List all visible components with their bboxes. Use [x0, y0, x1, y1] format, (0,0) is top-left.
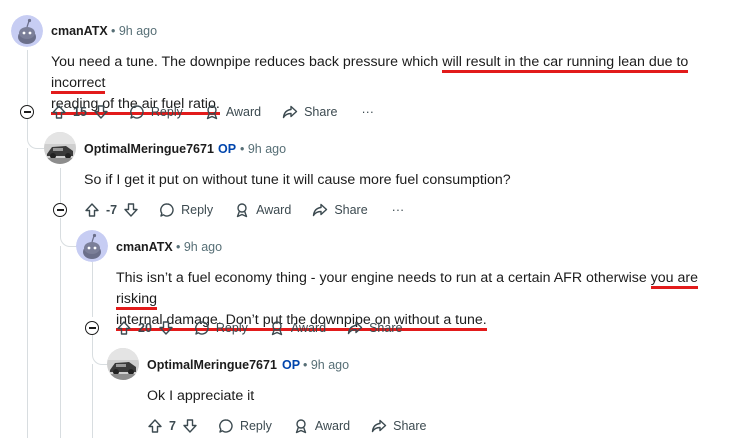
timestamp: • 9h ago [303, 358, 350, 372]
comment-actions: 20 Reply Award Share [116, 316, 402, 340]
username[interactable]: OptimalMeringue7671 [84, 142, 214, 156]
avatar[interactable] [76, 230, 108, 262]
snoo-avatar-icon [76, 230, 108, 262]
reply-label: Reply [181, 203, 214, 217]
award-button[interactable]: Award [293, 418, 350, 434]
share-button[interactable]: Share [347, 320, 402, 336]
share-icon [371, 418, 387, 434]
timestamp: • 9h ago [240, 142, 287, 156]
comment-body: Ok I appreciate it [147, 386, 737, 407]
username[interactable]: cmanATX [51, 24, 108, 38]
op-badge: OP [282, 358, 301, 372]
share-icon [282, 104, 298, 120]
downvote-icon[interactable] [158, 320, 174, 336]
op-badge: OP [218, 142, 237, 156]
collapse-thread-icon[interactable] [20, 105, 34, 119]
comment-actions: 7 Reply Award Share [147, 414, 427, 438]
award-button[interactable]: Award [234, 202, 291, 218]
reply-button[interactable]: Reply [159, 202, 213, 218]
car-photo-avatar-icon [44, 132, 76, 164]
collapse-thread-icon[interactable] [53, 203, 67, 217]
award-button[interactable]: Award [269, 320, 326, 336]
car-photo-avatar-icon [107, 348, 139, 380]
collapse-thread-icon[interactable] [85, 321, 99, 335]
vote-group: -7 [84, 202, 139, 218]
score: 7 [169, 419, 176, 433]
reply-label: Reply [150, 105, 183, 119]
award-label: Award [290, 321, 327, 335]
reply-label: Reply [239, 419, 272, 433]
score: 20 [138, 321, 152, 335]
share-label: Share [304, 105, 338, 119]
reply-icon [194, 320, 210, 336]
thread-connector [60, 218, 77, 247]
reply-icon [129, 104, 145, 120]
award-button[interactable]: Award [204, 104, 261, 120]
share-icon [312, 202, 328, 218]
username[interactable]: cmanATX [116, 240, 173, 254]
thread-line [60, 168, 61, 203]
comment-text: So if I get it put on without tune it wi… [84, 172, 511, 188]
share-button[interactable]: Share [282, 104, 337, 120]
timestamp: • 9h ago [176, 240, 223, 254]
share-icon [347, 320, 363, 336]
downvote-icon[interactable] [182, 418, 198, 434]
upvote-icon[interactable] [51, 104, 67, 120]
upvote-icon[interactable] [116, 320, 132, 336]
upvote-icon[interactable] [84, 202, 100, 218]
share-label: Share [369, 321, 403, 335]
award-label: Award [314, 419, 351, 433]
avatar[interactable] [11, 15, 43, 47]
award-label: Award [225, 105, 262, 119]
comment-text: This isn’t a fuel economy thing - your e… [116, 270, 651, 286]
reply-button[interactable]: Reply [218, 418, 272, 434]
upvote-icon[interactable] [147, 418, 163, 434]
vote-group: 20 [116, 320, 174, 336]
timestamp: • 9h ago [111, 24, 158, 38]
award-icon [204, 104, 220, 120]
more-options-button[interactable]: ··· [361, 105, 374, 119]
downvote-icon[interactable] [93, 104, 109, 120]
score: 15 [73, 105, 87, 119]
thread-line [27, 148, 28, 438]
avatar[interactable] [107, 348, 139, 380]
score: -7 [106, 203, 118, 217]
share-label: Share [393, 419, 427, 433]
reply-label: Reply [215, 321, 248, 335]
award-icon [293, 418, 309, 434]
thread-line [92, 262, 93, 317]
thread-line [27, 50, 28, 105]
snoo-avatar-icon [11, 15, 43, 47]
username[interactable]: OptimalMeringue7671 [147, 358, 277, 372]
award-icon [234, 202, 250, 218]
reply-icon [218, 418, 234, 434]
comment-text: Ok I appreciate it [147, 388, 255, 404]
award-label: Award [256, 203, 292, 217]
downvote-icon[interactable] [123, 202, 139, 218]
award-icon [269, 320, 285, 336]
thread-line [92, 364, 93, 438]
more-options-button[interactable]: ··· [392, 203, 405, 217]
share-label: Share [334, 203, 368, 217]
thread-line [60, 246, 61, 438]
comment-text: You need a tune. The downpipe reduces ba… [51, 54, 443, 70]
reply-button[interactable]: Reply [194, 320, 248, 336]
vote-group: 7 [147, 418, 198, 434]
reply-icon [159, 202, 175, 218]
comment-actions: 15 Reply Award Share ··· [51, 100, 374, 124]
share-button[interactable]: Share [371, 418, 427, 434]
comment-body: So if I get it put on without tune it wi… [84, 170, 734, 191]
comment-actions: -7 Reply Award Share ··· [84, 198, 404, 222]
reply-button[interactable]: Reply [129, 104, 183, 120]
vote-group: 15 [51, 104, 109, 120]
share-button[interactable]: Share [312, 202, 368, 218]
avatar[interactable] [44, 132, 76, 164]
